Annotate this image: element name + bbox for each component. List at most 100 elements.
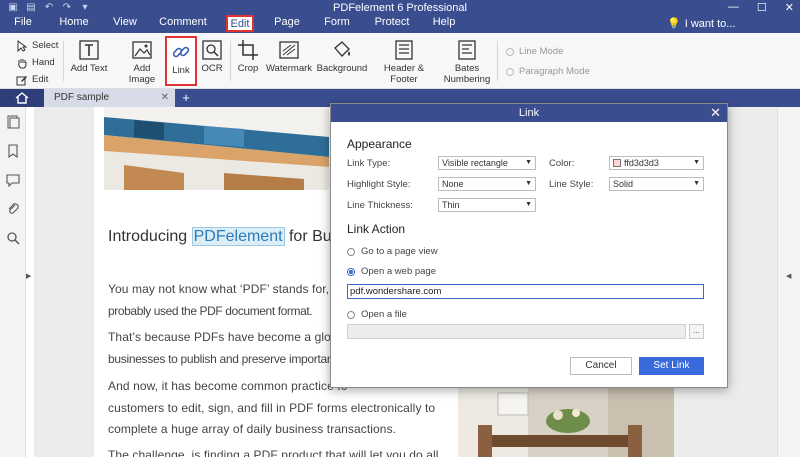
highlight-style-select[interactable]: None ▼ bbox=[438, 177, 536, 191]
chevron-down-icon: ▼ bbox=[525, 201, 532, 208]
header-footer-icon bbox=[395, 40, 413, 60]
link-chain-icon bbox=[172, 46, 190, 58]
add-image-button[interactable]: Add Image bbox=[120, 36, 164, 86]
paragraph-line: customers to edit, sign, and fill in PDF… bbox=[108, 401, 436, 415]
new-tab-button[interactable]: + bbox=[178, 89, 194, 107]
open-file-option[interactable]: Open a file bbox=[347, 309, 407, 320]
add-text-icon bbox=[79, 40, 99, 60]
line-mode-option[interactable]: Line Mode bbox=[506, 46, 563, 57]
i-want-to-label: I want to... bbox=[684, 18, 736, 30]
select-label: Select bbox=[32, 40, 59, 51]
paragraph-mode-radio[interactable] bbox=[506, 67, 514, 76]
link-dialog: Link ✕ Appearance Link Type: Visible rec… bbox=[330, 103, 728, 388]
menu-edit[interactable]: Edit bbox=[226, 15, 254, 32]
paragraph-mode-option[interactable]: Paragraph Mode bbox=[506, 66, 590, 77]
ocr-button[interactable]: OCR bbox=[199, 36, 225, 86]
color-swatch bbox=[613, 159, 621, 167]
menu-comment[interactable]: Comment bbox=[158, 15, 208, 29]
link-button[interactable]: Link bbox=[165, 36, 197, 86]
link-action-heading: Link Action bbox=[347, 222, 406, 236]
color-select[interactable]: ffd3d3d3 ▼ bbox=[609, 156, 704, 170]
edit-tool[interactable]: Edit bbox=[16, 71, 58, 88]
paragraph-line: complete a huge array of daily business … bbox=[108, 422, 397, 436]
document-tab[interactable]: PDF sample ✕ bbox=[44, 89, 175, 107]
line-thickness-value: Thin bbox=[442, 200, 460, 210]
paragraph-line: And now, it has become common practice f… bbox=[108, 379, 348, 393]
search-icon[interactable] bbox=[6, 231, 20, 245]
bookmark-icon[interactable] bbox=[6, 144, 20, 158]
open-web-page-radio[interactable] bbox=[347, 267, 355, 276]
set-link-button[interactable]: Set Link bbox=[639, 357, 704, 375]
hand-tool[interactable]: Hand bbox=[16, 54, 58, 71]
select-tool[interactable]: Select bbox=[16, 37, 58, 54]
go-to-page-option[interactable]: Go to a page view bbox=[347, 246, 438, 257]
link-type-select[interactable]: Visible rectangle ▼ bbox=[438, 156, 536, 170]
dialog-header: Link ✕ bbox=[331, 104, 727, 122]
menu-file[interactable]: File bbox=[8, 15, 38, 29]
collapse-right-panel-icon[interactable]: ◀ bbox=[786, 272, 791, 280]
close-tab-icon[interactable]: ✕ bbox=[161, 89, 169, 107]
dining-room-photo bbox=[458, 383, 674, 457]
open-web-page-option[interactable]: Open a web page bbox=[347, 266, 436, 277]
paragraph-line: probably used the PDF document format. bbox=[108, 304, 313, 318]
close-window-icon[interactable]: ✕ bbox=[785, 1, 794, 14]
link-type-value: Visible rectangle bbox=[442, 158, 508, 168]
line-style-value: Solid bbox=[613, 179, 634, 189]
ribbon-divider bbox=[497, 41, 498, 81]
url-input[interactable] bbox=[347, 284, 704, 299]
line-thickness-select[interactable]: Thin ▼ bbox=[438, 198, 536, 212]
i-want-to-search[interactable]: 💡 I want to... bbox=[667, 17, 735, 30]
background-button[interactable]: Background bbox=[316, 36, 368, 86]
file-path-input bbox=[347, 324, 686, 339]
menu-page[interactable]: Page bbox=[272, 15, 302, 29]
dialog-close-icon[interactable]: ✕ bbox=[710, 104, 721, 122]
menu-home[interactable]: Home bbox=[57, 15, 91, 29]
right-sidebar bbox=[777, 107, 800, 457]
thumbnails-icon[interactable] bbox=[6, 115, 20, 129]
home-tab[interactable] bbox=[0, 89, 44, 107]
header-footer-button[interactable]: Header & Footer bbox=[372, 36, 436, 86]
line-thickness-label: Line Thickness: bbox=[347, 200, 413, 211]
line-mode-radio[interactable] bbox=[506, 47, 514, 56]
cancel-button[interactable]: Cancel bbox=[570, 357, 632, 375]
bates-numbering-label-2: Numbering bbox=[443, 74, 491, 85]
link-label: Link bbox=[172, 65, 190, 76]
lightbulb-icon: 💡 bbox=[667, 18, 681, 30]
paragraph-line: That’s because PDFs have become a globa bbox=[108, 330, 345, 344]
ocr-label: OCR bbox=[201, 63, 223, 74]
menu-form[interactable]: Form bbox=[322, 15, 352, 29]
ocr-icon bbox=[202, 40, 222, 60]
select-tools: Select Hand Edit bbox=[16, 37, 58, 88]
minimize-icon[interactable]: — bbox=[728, 1, 739, 14]
background-label: Background bbox=[316, 63, 368, 74]
crop-button[interactable]: Crop bbox=[235, 36, 261, 86]
paragraph-line: businesses to publish and preserve impor… bbox=[108, 352, 334, 366]
go-to-page-radio[interactable] bbox=[347, 247, 355, 256]
open-web-page-label: Open a web page bbox=[361, 266, 437, 277]
window-controls: — ☐ ✕ bbox=[728, 1, 794, 14]
line-style-select[interactable]: Solid ▼ bbox=[609, 177, 704, 191]
add-text-button[interactable]: Add Text bbox=[70, 36, 108, 86]
comment-icon[interactable] bbox=[6, 173, 20, 187]
heading-link-highlight[interactable]: PDFelement bbox=[191, 227, 285, 246]
menu-protect[interactable]: Protect bbox=[372, 15, 412, 29]
heading-text-pre: Introducing bbox=[108, 228, 192, 245]
edit-pencil-icon bbox=[16, 75, 27, 85]
menu-view[interactable]: View bbox=[109, 15, 141, 29]
go-to-page-label: Go to a page view bbox=[361, 246, 438, 257]
hand-icon bbox=[18, 58, 27, 68]
add-image-label: Add Image bbox=[128, 63, 156, 85]
bates-numbering-button[interactable]: Bates Numbering bbox=[443, 36, 491, 86]
add-text-label: Add Text bbox=[70, 63, 108, 74]
open-file-radio[interactable] bbox=[347, 310, 355, 319]
maximize-icon[interactable]: ☐ bbox=[757, 1, 767, 14]
chevron-down-icon: ▼ bbox=[525, 180, 532, 187]
menu-help[interactable]: Help bbox=[431, 15, 457, 29]
attachment-icon[interactable] bbox=[6, 202, 20, 216]
chevron-down-icon: ▼ bbox=[525, 159, 532, 166]
home-icon bbox=[15, 92, 29, 104]
collapse-left-panel-icon[interactable]: ▶ bbox=[26, 272, 34, 286]
browse-button[interactable]: ... bbox=[689, 324, 704, 339]
watermark-button[interactable]: Watermark bbox=[265, 36, 313, 86]
ribbon-divider bbox=[63, 41, 64, 81]
